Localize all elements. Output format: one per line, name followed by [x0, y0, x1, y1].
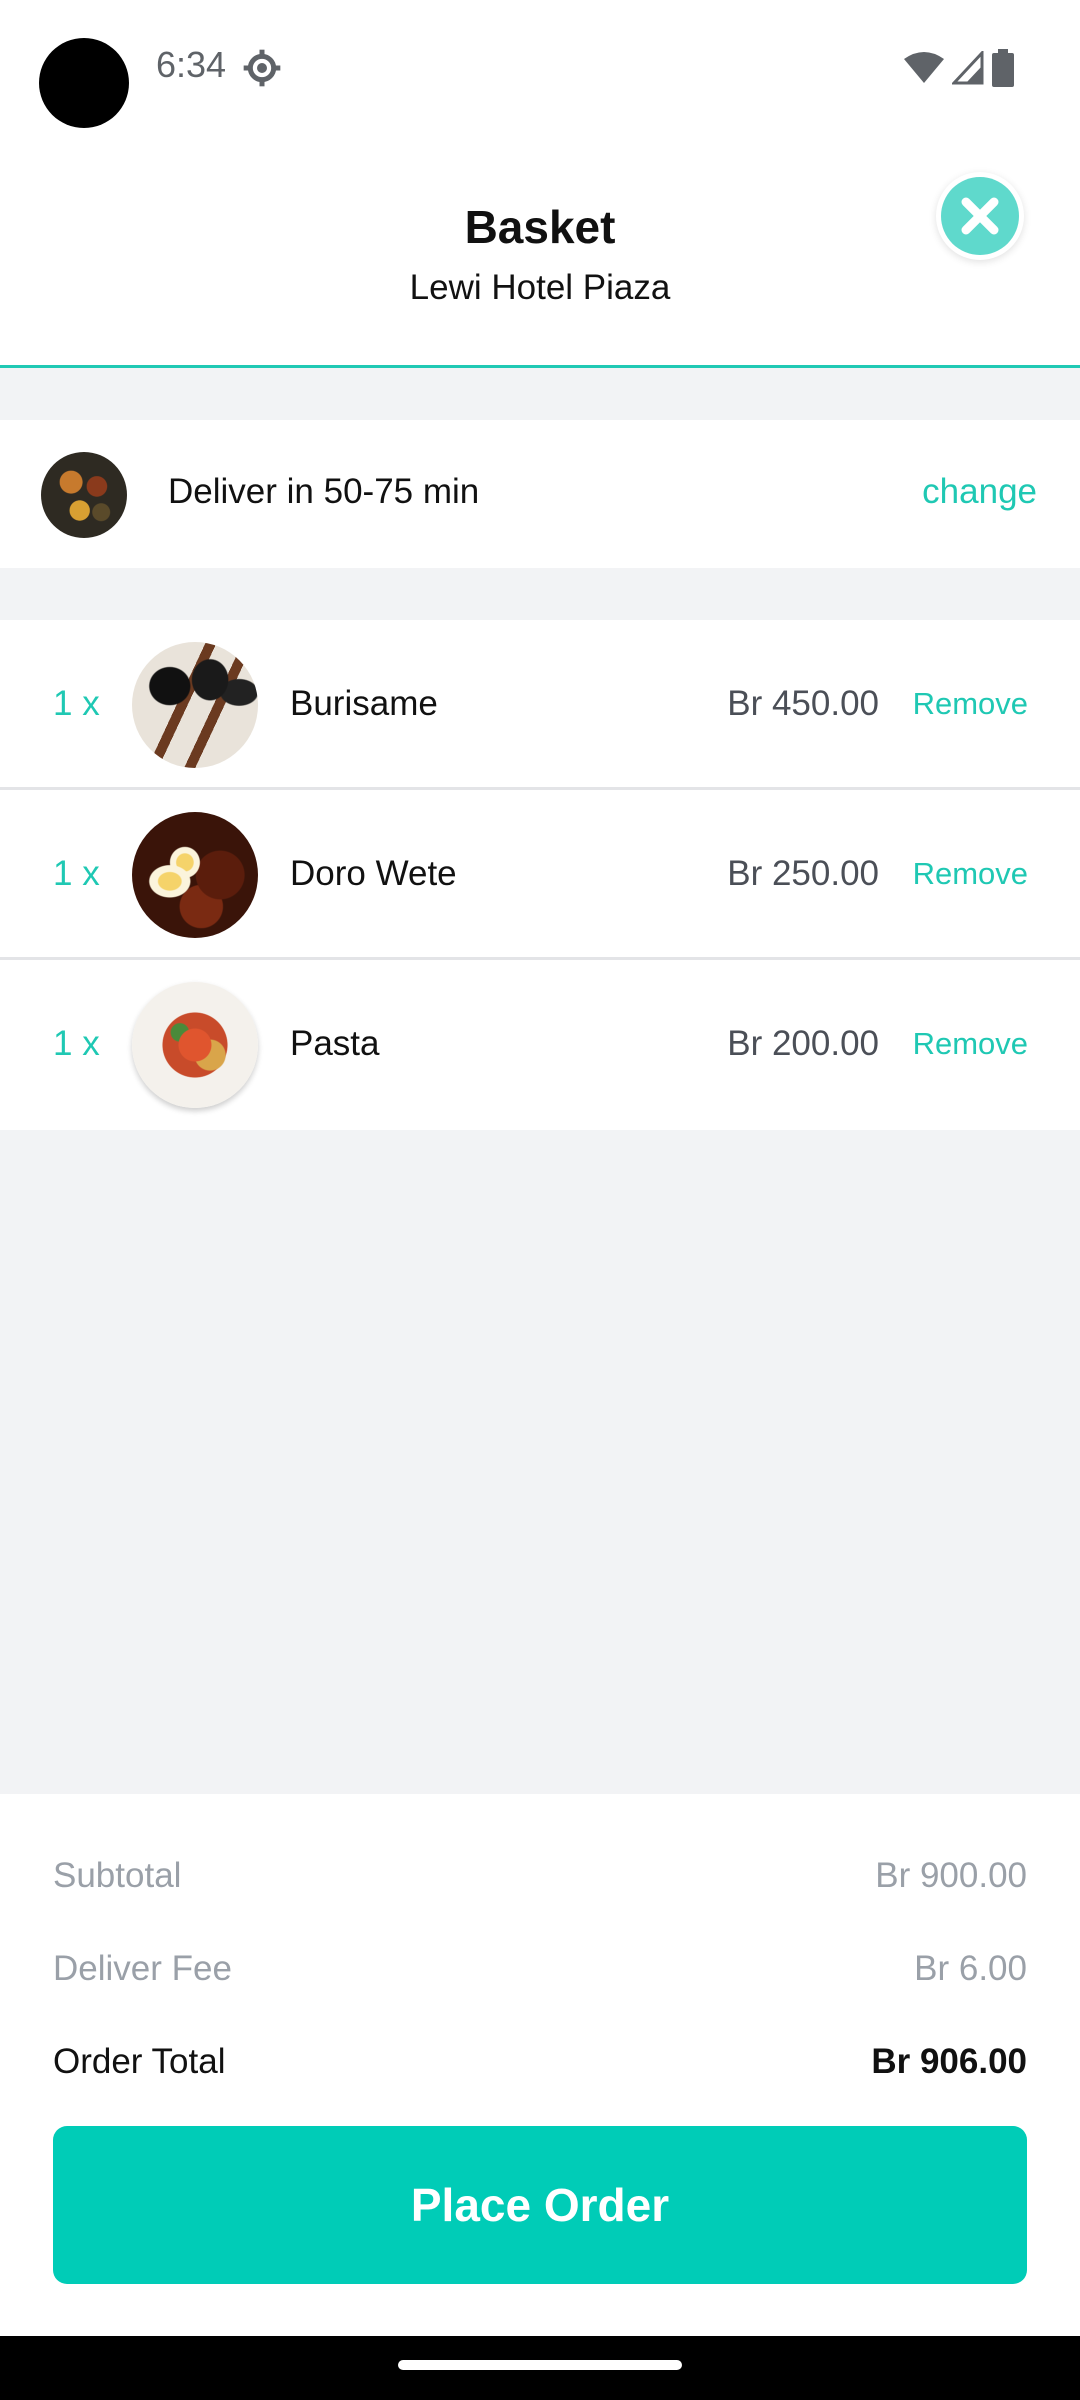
- item-name: Burisame: [290, 684, 438, 723]
- item-image: [132, 982, 258, 1108]
- restaurant-name: Lewi Hotel Piaza: [409, 268, 671, 307]
- item-price: Br 250.00: [727, 854, 879, 893]
- item-quantity[interactable]: 1 x: [53, 684, 100, 724]
- item-price: Br 450.00: [727, 684, 879, 723]
- home-indicator[interactable]: [398, 2360, 682, 2370]
- remove-item-button[interactable]: Remove: [913, 686, 1028, 722]
- status-icons: [904, 48, 1014, 88]
- system-nav-bar: [0, 2336, 1080, 2400]
- order-total-value: Br 906.00: [871, 2042, 1027, 2081]
- basket-item-row: 1 x Burisame Br 450.00 Remove: [0, 620, 1080, 790]
- item-quantity[interactable]: 1 x: [53, 854, 100, 894]
- place-order-button[interactable]: Place Order: [53, 2126, 1027, 2284]
- remove-item-button[interactable]: Remove: [913, 1026, 1028, 1062]
- close-icon: [941, 177, 1019, 255]
- delivery-time-row: Deliver in 50-75 min change: [0, 420, 1080, 568]
- subtotal-value: Br 900.00: [875, 1856, 1027, 1895]
- change-delivery-link[interactable]: change: [922, 472, 1037, 512]
- close-button[interactable]: [936, 172, 1024, 260]
- basket-items-list: 1 x Burisame Br 450.00 Remove 1 x Doro W…: [0, 620, 1080, 1130]
- item-image: [132, 812, 258, 938]
- status-bar: 6:34: [0, 0, 1080, 140]
- delivery-thumbnail: [41, 452, 127, 538]
- basket-item-row: 1 x Doro Wete Br 250.00 Remove: [0, 790, 1080, 960]
- item-price: Br 200.00: [727, 1024, 879, 1063]
- camera-cutout: [39, 38, 129, 128]
- item-quantity[interactable]: 1 x: [53, 1024, 100, 1064]
- order-summary: Subtotal Br 900.00 Deliver Fee Br 6.00 O…: [0, 1794, 1080, 2336]
- signal-icon: [952, 51, 984, 85]
- battery-icon: [992, 49, 1014, 87]
- remove-item-button[interactable]: Remove: [913, 856, 1028, 892]
- delivery-fee-label: Deliver Fee: [53, 1949, 232, 1988]
- item-name: Doro Wete: [290, 854, 457, 893]
- delivery-time-text: Deliver in 50-75 min: [168, 472, 480, 511]
- basket-item-row: 1 x Pasta Br 200.00 Remove: [0, 960, 1080, 1130]
- status-time: 6:34: [156, 44, 227, 85]
- subtotal-label: Subtotal: [53, 1856, 182, 1895]
- item-name: Pasta: [290, 1024, 380, 1063]
- basket-header: Basket Lewi Hotel Piaza: [0, 140, 1080, 368]
- gear-icon: [243, 49, 281, 87]
- page-title: Basket: [464, 201, 616, 253]
- order-total-label: Order Total: [53, 2042, 226, 2081]
- delivery-fee-value: Br 6.00: [914, 1949, 1027, 1988]
- item-image: [132, 642, 258, 768]
- wifi-icon: [904, 52, 944, 83]
